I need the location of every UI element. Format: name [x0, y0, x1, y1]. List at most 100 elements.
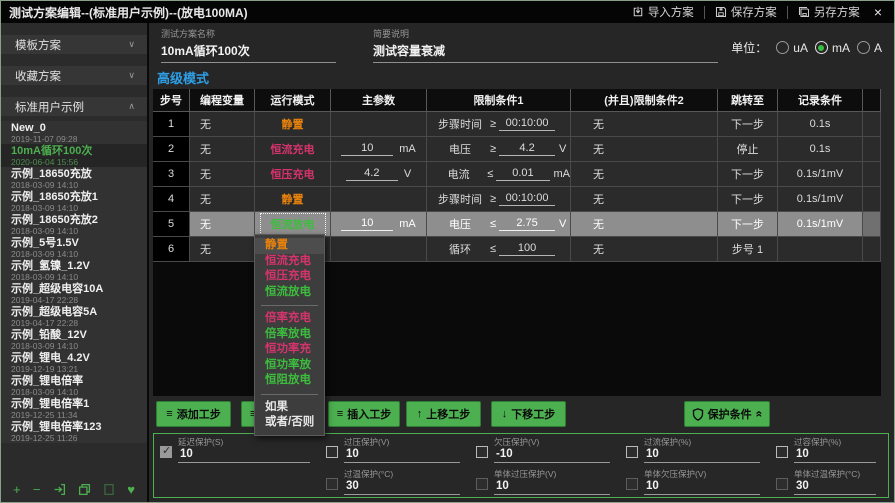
favorite-heart-icon[interactable]: ♥: [127, 483, 135, 496]
run-mode-value[interactable]: 静置: [282, 191, 304, 207]
dropdown-item[interactable]: 恒功率放: [255, 358, 324, 374]
program-variable-cell[interactable]: 无: [190, 212, 255, 237]
condition-value-input[interactable]: 4.2: [499, 142, 555, 156]
sidebar-section-favorite-schemes[interactable]: 收藏方案 ∨: [1, 66, 147, 85]
list-item[interactable]: 示例_锂电倍率2018-03-09 14:10: [1, 374, 147, 397]
jump-to-cell[interactable]: 停止: [718, 137, 778, 162]
dropdown-item[interactable]: 恒压充电: [255, 269, 324, 285]
limit-condition2-cell[interactable]: 无: [571, 137, 718, 162]
run-mode-value[interactable]: 恒流放电: [260, 213, 326, 235]
list-item[interactable]: 示例_超级电容10A2019-04-17 22:28: [1, 282, 147, 305]
checkbox[interactable]: [326, 478, 338, 490]
sidebar-section-template-schemes[interactable]: 模板方案 ∨: [1, 35, 147, 54]
run-mode-cell[interactable]: 恒流充电: [255, 137, 331, 162]
program-variable-cell[interactable]: 无: [190, 187, 255, 212]
protection-value-input[interactable]: 10: [794, 447, 876, 463]
condition-value-input[interactable]: 2.75: [499, 217, 555, 231]
protection-value-input[interactable]: 10: [344, 447, 460, 463]
list-item[interactable]: 示例_超级电容5A2019-04-17 22:28: [1, 305, 147, 328]
scheme-name-input[interactable]: 10mA循环100次: [161, 40, 336, 63]
close-button[interactable]: ×: [870, 4, 886, 20]
protection-value-input[interactable]: -10: [494, 447, 610, 463]
condition-value-input[interactable]: 00:10:00: [499, 117, 555, 131]
import-list-icon[interactable]: [53, 483, 66, 496]
jump-to-cell[interactable]: 下一步: [718, 112, 778, 137]
list-item[interactable]: 示例_氢镍_1.2V2018-03-09 14:10: [1, 259, 147, 282]
list-item[interactable]: 示例_18650充放2018-03-09 14:10: [1, 167, 147, 190]
checkbox[interactable]: [160, 446, 172, 458]
record-condition-cell[interactable]: 0.1s/1mV: [778, 187, 863, 212]
list-item[interactable]: 示例_锂电倍率12019-12-25 11:34: [1, 397, 147, 420]
dropdown-item[interactable]: 恒阻放电: [255, 373, 324, 389]
dropdown-item[interactable]: 倍率充电: [255, 311, 324, 327]
protection-value-input[interactable]: 30: [344, 479, 460, 495]
run-mode-cell[interactable]: 静置: [255, 187, 331, 212]
protection-value-input[interactable]: 10: [178, 447, 310, 463]
unit-option-mA[interactable]: mA: [815, 41, 850, 55]
dropdown-item[interactable]: 静置: [255, 238, 324, 254]
jump-to-cell[interactable]: 下一步: [718, 212, 778, 237]
run-mode-cell[interactable]: 恒压充电: [255, 162, 331, 187]
add-scheme-icon[interactable]: +: [13, 483, 21, 496]
checkbox[interactable]: [476, 478, 488, 490]
record-condition-cell[interactable]: [778, 237, 863, 262]
checkbox[interactable]: [476, 446, 488, 458]
dropdown-item[interactable]: 或者/否则: [255, 415, 324, 431]
dropdown-item[interactable]: 如果: [255, 400, 324, 416]
run-mode-cell[interactable]: 静置: [255, 112, 331, 137]
save-as-scheme-button[interactable]: 另存方案: [798, 4, 860, 20]
record-condition-cell[interactable]: 0.1s: [778, 137, 863, 162]
record-condition-cell[interactable]: 0.1s/1mV: [778, 162, 863, 187]
condition-value-input[interactable]: 100: [499, 242, 555, 256]
dropdown-item[interactable]: 倍率放电: [255, 327, 324, 343]
protection-value-input[interactable]: 10: [494, 479, 610, 495]
program-variable-cell[interactable]: 无: [190, 162, 255, 187]
list-item[interactable]: New_02019-11-07 09:28: [1, 121, 147, 144]
checkbox[interactable]: [776, 478, 788, 490]
condition-value-input[interactable]: 0.01: [496, 167, 549, 181]
dropdown-item[interactable]: 恒功率充: [255, 342, 324, 358]
main-param-input[interactable]: 10: [341, 142, 393, 156]
unit-option-A[interactable]: A: [857, 41, 882, 55]
protection-value-input[interactable]: 10: [644, 479, 760, 495]
insert-step-button[interactable]: ≡ 插入工步: [328, 401, 400, 427]
protection-value-input[interactable]: 10: [644, 447, 760, 463]
scheme-desc-input[interactable]: 测试容量衰减: [373, 40, 718, 63]
checkbox[interactable]: [326, 446, 338, 458]
limit-condition2-cell[interactable]: 无: [571, 162, 718, 187]
list-item[interactable]: 示例_铅酸_12V2018-03-09 14:10: [1, 328, 147, 351]
main-param-input[interactable]: 4.2: [346, 167, 398, 181]
record-condition-cell[interactable]: 0.1s: [778, 112, 863, 137]
unit-option-uA[interactable]: uA: [776, 41, 808, 55]
checkbox[interactable]: [776, 446, 788, 458]
jump-to-cell[interactable]: 下一步: [718, 187, 778, 212]
list-item[interactable]: 示例_18650充放22018-03-09 14:10: [1, 213, 147, 236]
copy-icon[interactable]: [78, 483, 91, 496]
dropdown-item[interactable]: 恒流放电: [255, 285, 324, 301]
protection-conditions-button[interactable]: 保护条件 «: [684, 401, 770, 427]
add-step-button[interactable]: ≡ 添加工步: [156, 401, 231, 427]
limit-condition2-cell[interactable]: 无: [571, 112, 718, 137]
jump-to-cell[interactable]: 下一步: [718, 162, 778, 187]
main-param-input[interactable]: 10: [341, 217, 393, 231]
limit-condition2-cell[interactable]: 无: [571, 212, 718, 237]
condition-value-input[interactable]: 00:10:00: [499, 192, 555, 206]
program-variable-cell[interactable]: 无: [190, 237, 255, 262]
run-mode-value[interactable]: 静置: [282, 116, 304, 132]
record-condition-cell[interactable]: 0.1s/1mV: [778, 212, 863, 237]
jump-to-cell[interactable]: 步号 1: [718, 237, 778, 262]
list-item[interactable]: 示例_锂电_4.2V2019-12-19 13:21: [1, 351, 147, 374]
list-item[interactable]: 示例_18650充放12018-03-09 14:10: [1, 190, 147, 213]
limit-condition2-cell[interactable]: 无: [571, 237, 718, 262]
save-scheme-button[interactable]: 保存方案: [715, 4, 777, 20]
run-mode-value[interactable]: 恒流充电: [271, 141, 315, 157]
move-down-step-button[interactable]: ↓ 下移工步: [491, 401, 566, 427]
dropdown-item[interactable]: 恒流充电: [255, 254, 324, 270]
sidebar-section-standard-user-examples[interactable]: 标准用户示例 ∧: [1, 97, 147, 116]
limit-condition2-cell[interactable]: 无: [571, 187, 718, 212]
import-scheme-button[interactable]: 导入方案: [632, 4, 694, 20]
list-item[interactable]: 示例_5号1.5V2018-03-09 14:10: [1, 236, 147, 259]
program-variable-cell[interactable]: 无: [190, 137, 255, 162]
run-mode-value[interactable]: 恒压充电: [271, 166, 315, 182]
program-variable-cell[interactable]: 无: [190, 112, 255, 137]
